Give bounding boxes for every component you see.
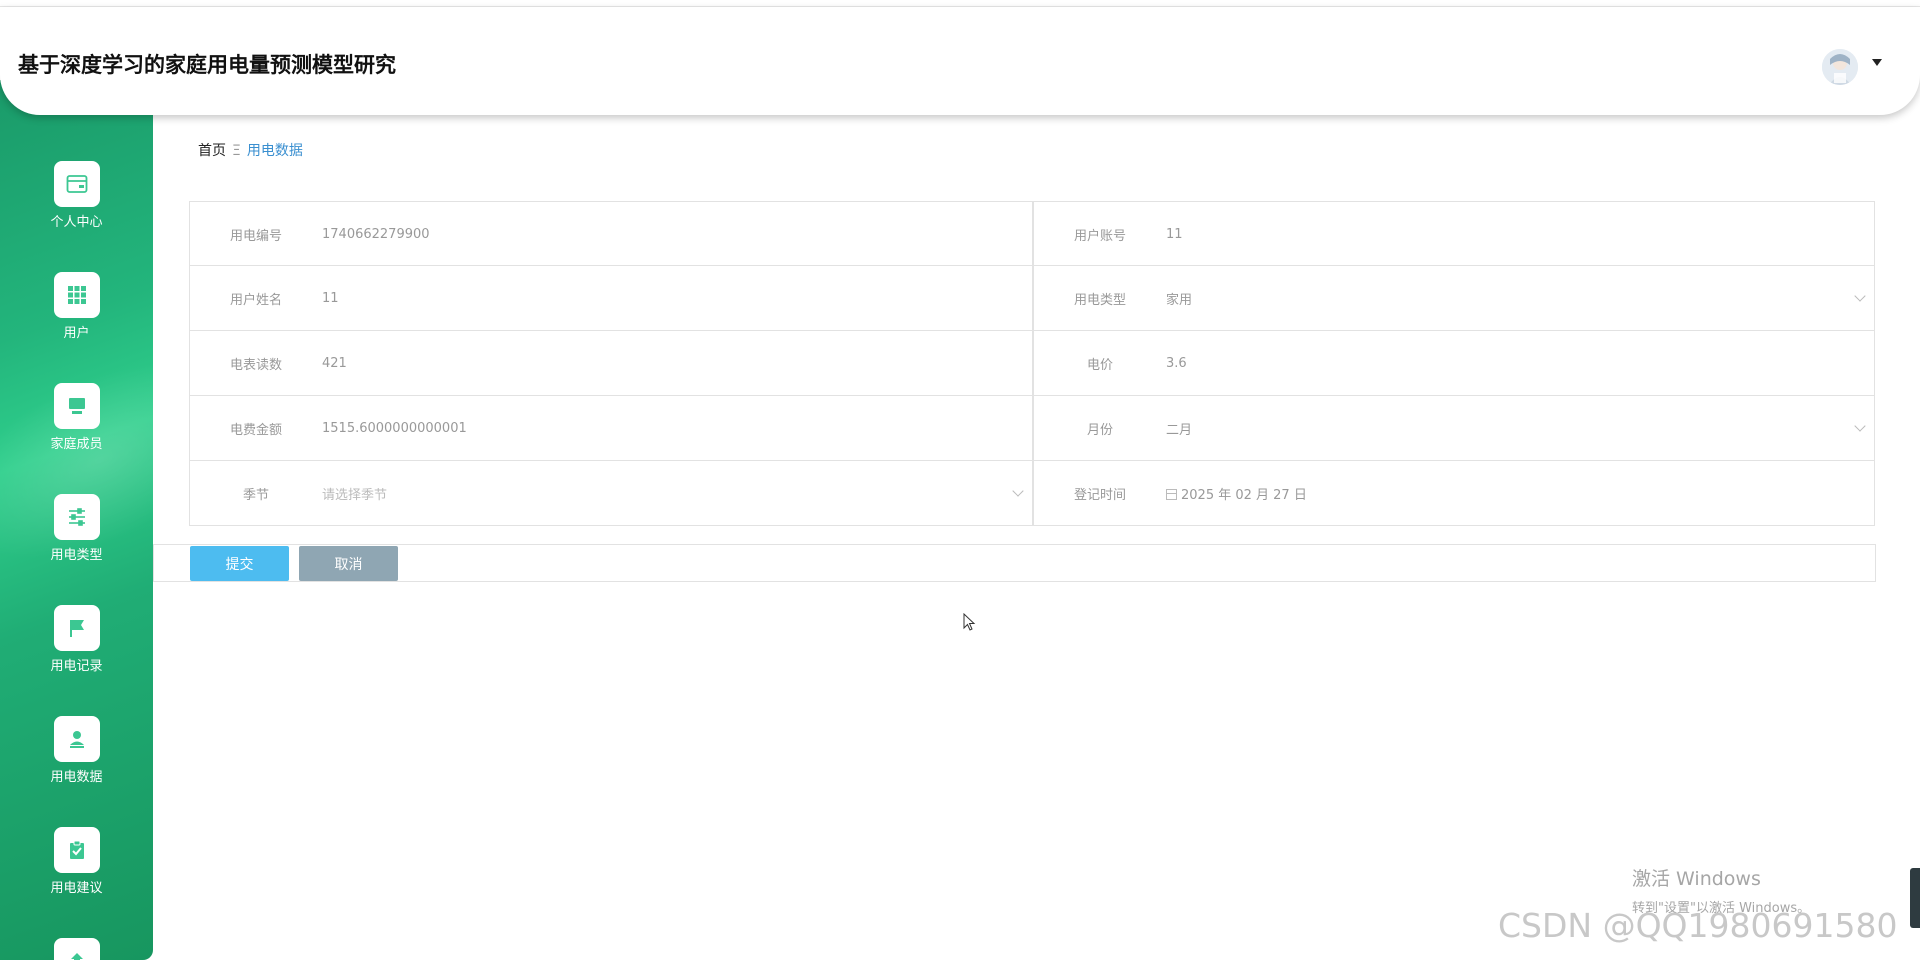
field-label: 电费金额 [229, 422, 282, 438]
field-label: 用户姓名 [229, 292, 282, 308]
chevron-down-icon[interactable] [1854, 420, 1866, 432]
sidebar-item-more[interactable] [0, 938, 153, 960]
field-season: 季节 请选择季节 [189, 461, 1032, 525]
user-name-input[interactable]: 11 [322, 291, 339, 306]
user-account-input[interactable]: 11 [1166, 227, 1183, 242]
electricity-type-select[interactable]: 家用 [1166, 289, 1192, 308]
fee-amount-input[interactable]: 1515.6000000000001 [322, 421, 467, 436]
sidebar-item-label: 用电记录 [50, 659, 103, 674]
chevron-down-icon[interactable] [1012, 485, 1024, 497]
field-label: 电表读数 [229, 357, 282, 373]
field-meter-reading: 电表读数 421 [189, 331, 1032, 395]
field-fee-amount: 电费金额 1515.6000000000001 [189, 396, 1032, 460]
grid-icon [53, 272, 100, 318]
cancel-button[interactable]: 取消 [299, 546, 398, 581]
app-header: 基于深度学习的家庭用电量预测模型研究 [0, 7, 1920, 115]
field-month: 月份 二月 [1032, 396, 1875, 460]
meter-reading-input[interactable]: 421 [322, 356, 347, 371]
field-user-account: 用户账号 11 [1032, 202, 1875, 266]
field-usage-number: 用电编号 1740662279900 [189, 202, 1032, 266]
form-row: 用户姓名 11 用电类型 家用 [189, 266, 1875, 331]
sidebar: 个人中心 用户 家庭成员 用电类型 用电记录 用电数据 用电建议 [0, 80, 153, 960]
field-label: 用户账号 [1073, 228, 1126, 244]
avatar-illustration-icon [1822, 49, 1858, 85]
sidebar-item-label: 用电数据 [50, 770, 103, 785]
sidebar-item-label: 个人中心 [50, 215, 103, 230]
register-time-value: 2025 年 02 月 27 日 [1181, 487, 1307, 503]
sidebar-item-electricity-type[interactable]: 用电类型 [0, 494, 153, 563]
field-label: 季节 [242, 487, 269, 503]
field-electricity-type: 用电类型 家用 [1032, 266, 1875, 330]
calendar-icon [1166, 488, 1177, 500]
breadcrumb-current: 用电数据 [246, 143, 303, 159]
sidebar-item-personal-center[interactable]: 个人中心 [0, 161, 153, 230]
sidebar-item-label: 家庭成员 [50, 437, 103, 452]
app-title: 基于深度学习的家庭用电量预测模型研究 [18, 53, 396, 77]
monitor-icon [53, 383, 100, 429]
mouse-cursor-icon [963, 613, 976, 631]
usage-number-input[interactable]: 1740662279900 [322, 227, 430, 242]
register-time-picker[interactable]: 2025 年 02 月 27 日 [1166, 484, 1307, 503]
chevron-down-icon[interactable] [1854, 290, 1866, 302]
field-label: 登记时间 [1073, 487, 1126, 503]
flag-icon [53, 605, 100, 651]
sliders-icon [53, 494, 100, 540]
form-row: 用电编号 1740662279900 用户账号 11 [189, 201, 1875, 266]
form-row: 季节 请选择季节 登记时间 2025 年 02 月 27 日 [189, 461, 1875, 526]
user-avatar[interactable] [1822, 49, 1858, 85]
csdn-watermark: CSDN @QQ1980691580 [1498, 906, 1898, 945]
field-register-time: 登记时间 2025 年 02 月 27 日 [1032, 461, 1875, 525]
sidebar-item-users[interactable]: 用户 [0, 272, 153, 341]
form-row: 电费金额 1515.6000000000001 月份 二月 [189, 396, 1875, 461]
breadcrumb-home[interactable]: 首页 [198, 143, 226, 159]
sidebar-item-label: 用电建议 [50, 881, 103, 896]
sidebar-item-electricity-advice[interactable]: 用电建议 [0, 827, 153, 896]
month-select[interactable]: 二月 [1166, 419, 1192, 438]
more-item-icon [53, 938, 100, 960]
form-row: 电表读数 421 电价 3.6 [189, 331, 1875, 396]
submit-button[interactable]: 提交 [190, 546, 289, 581]
sidebar-item-label: 用电类型 [50, 548, 103, 563]
breadcrumb: 首页 Ξ 用电数据 [198, 140, 303, 160]
user-menu-caret-icon[interactable] [1872, 59, 1882, 66]
field-label: 月份 [1086, 422, 1113, 438]
field-label: 用电类型 [1073, 292, 1126, 308]
electricity-data-form: 用电编号 1740662279900 用户账号 11 用户姓名 11 用电类型 … [189, 201, 1875, 526]
sidebar-item-family-members[interactable]: 家庭成员 [0, 383, 153, 452]
breadcrumb-separator-icon: Ξ [232, 143, 241, 159]
field-label: 用电编号 [229, 228, 282, 244]
sidebar-item-electricity-records[interactable]: 用电记录 [0, 605, 153, 674]
user-stamp-icon [53, 716, 100, 762]
clipboard-check-icon [53, 827, 100, 873]
form-actions: 提交 取消 [153, 544, 1876, 582]
field-price: 电价 3.6 [1032, 331, 1875, 395]
field-user-name: 用户姓名 11 [189, 266, 1032, 330]
season-select[interactable]: 请选择季节 [322, 484, 387, 503]
field-label: 电价 [1086, 357, 1113, 373]
sidebar-item-electricity-data[interactable]: 用电数据 [0, 716, 153, 785]
tray-widget-icon[interactable] [1910, 868, 1920, 928]
activation-title: 激活 Windows [1632, 868, 1761, 890]
wallet-icon [53, 161, 100, 207]
sidebar-item-label: 用户 [63, 326, 90, 341]
price-input[interactable]: 3.6 [1166, 356, 1187, 371]
